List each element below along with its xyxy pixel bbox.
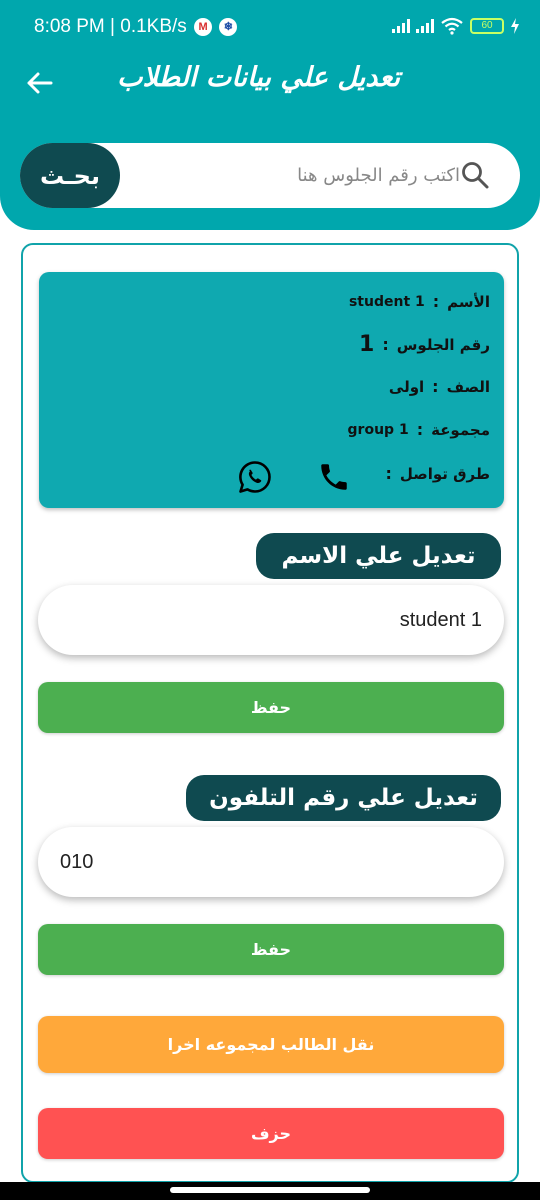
status-time: 8:08 PM | 0.1KB/s M ❄ <box>34 16 238 38</box>
signal-icon-2 <box>416 19 434 33</box>
phone-input[interactable] <box>38 827 504 897</box>
system-nav-bar <box>0 1182 540 1200</box>
info-row-name: الأسم : student 1 <box>349 292 490 311</box>
edit-phone-heading: تعديل علي رقم التلفون <box>186 775 501 821</box>
page-title: تعديل علي بيانات الطلاب <box>117 62 400 93</box>
separator: : <box>385 464 392 483</box>
save-name-button[interactable]: حفظ <box>38 682 504 733</box>
search-input[interactable] <box>130 157 460 193</box>
whatsapp-icon[interactable] <box>237 459 273 495</box>
seat-label: رقم الجلوس <box>396 335 490 354</box>
status-icons: 60 <box>392 17 520 35</box>
delete-button[interactable]: حزف <box>38 1108 504 1159</box>
app-header: تعديل علي بيانات الطلاب بحـث <box>0 46 540 230</box>
info-row-class: الصف : اولى <box>389 377 490 396</box>
separator: : <box>416 420 424 439</box>
info-row-contact: طرق تواصل : <box>385 464 490 483</box>
separator: : <box>382 335 389 354</box>
name-label: الأسم <box>447 292 490 311</box>
separator: : <box>432 292 440 311</box>
group-value: group 1 <box>347 421 409 438</box>
status-bar: 8:08 PM | 0.1KB/s M ❄ 60 <box>0 0 540 46</box>
contact-label: طرق تواصل <box>399 464 490 483</box>
notification-snow-icon: ❄ <box>219 17 238 36</box>
class-value: اولى <box>388 377 425 396</box>
notification-app-icon: M <box>194 17 213 36</box>
back-arrow-icon[interactable] <box>24 68 54 98</box>
name-value: student 1 <box>348 293 425 310</box>
student-info-card: الأسم : student 1 رقم الجلوس : 1 الصف : … <box>39 272 504 508</box>
status-time-text: 8:08 PM | 0.1KB/s <box>34 16 187 37</box>
move-student-button[interactable]: نقل الطالب لمجموعه اخرا <box>38 1016 504 1073</box>
group-label: مجموعة <box>431 420 490 439</box>
battery-icon: 60 <box>470 18 504 34</box>
info-row-seat: رقم الجلوس : 1 <box>359 332 490 357</box>
seat-value: 1 <box>359 332 375 357</box>
info-row-group: مجموعة : group 1 <box>348 420 490 439</box>
class-label: الصف <box>446 377 490 396</box>
search-button[interactable]: بحـث <box>20 143 120 208</box>
phone-call-icon[interactable] <box>317 460 351 494</box>
signal-icon <box>392 19 410 33</box>
search-icon <box>462 162 489 189</box>
save-phone-button[interactable]: حفظ <box>38 924 504 975</box>
charging-icon <box>511 18 519 34</box>
edit-name-heading: تعديل علي الاسم <box>256 533 501 579</box>
wifi-icon <box>441 17 463 35</box>
separator: : <box>432 377 439 396</box>
name-input[interactable] <box>38 585 504 655</box>
search-bar: بحـث <box>20 143 520 208</box>
student-edit-panel: الأسم : student 1 رقم الجلوس : 1 الصف : … <box>21 243 519 1183</box>
home-indicator[interactable] <box>170 1187 370 1193</box>
